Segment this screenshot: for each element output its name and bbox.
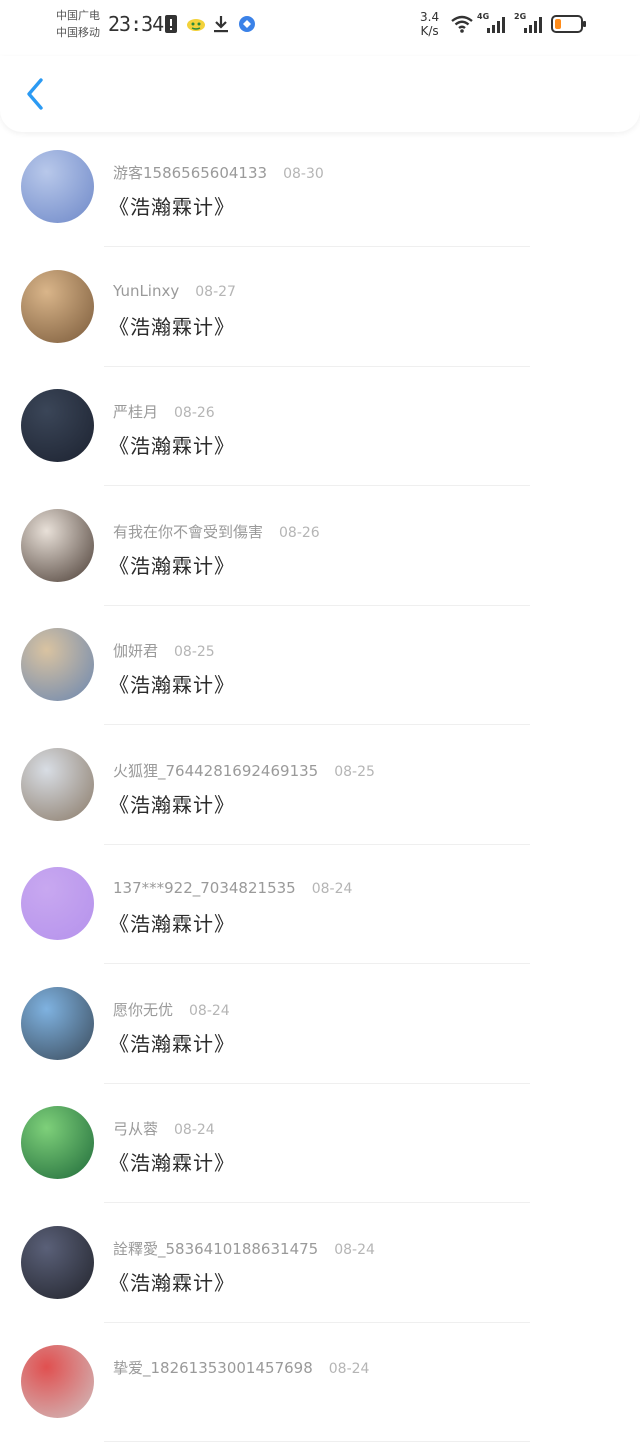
app-notification-icon bbox=[187, 19, 205, 31]
item-meta: 愿你无优 08-24 bbox=[113, 999, 230, 1020]
item-date: 08-24 bbox=[189, 1002, 230, 1019]
divider bbox=[104, 604, 530, 606]
net-speed-value: 3.4 bbox=[420, 10, 440, 24]
avatar[interactable] bbox=[21, 1106, 94, 1179]
avatar[interactable] bbox=[21, 867, 94, 940]
username[interactable]: 愿你无优 bbox=[113, 1001, 173, 1019]
list-item[interactable]: 火狐狸_7644281692469135 08-25 《浩瀚霖计》 bbox=[0, 730, 640, 850]
avatar[interactable] bbox=[21, 986, 94, 1060]
list-item[interactable]: 137***922_7034821535 08-24 《浩瀚霖计》 bbox=[0, 849, 640, 969]
item-message: 《浩瀚霖计》 bbox=[109, 434, 235, 458]
list-item[interactable]: 有我在你不會受到傷害 08-26 《浩瀚霖计》 bbox=[0, 491, 640, 611]
item-date: 08-25 bbox=[334, 763, 375, 780]
list-item[interactable]: 游客1586565604133 08-30 《浩瀚霖计》 bbox=[0, 132, 640, 252]
avatar[interactable] bbox=[21, 150, 94, 223]
status-time: 23:34 bbox=[108, 12, 164, 36]
list-item[interactable]: 愿你无优 08-24 《浩瀚霖计》 bbox=[0, 969, 640, 1089]
net-speed-unit: K/s bbox=[420, 24, 439, 38]
item-date: 08-26 bbox=[279, 524, 320, 541]
carrier-2: 中国移动 bbox=[56, 26, 100, 39]
item-message: 《浩瀚霖计》 bbox=[109, 673, 235, 697]
list-item[interactable]: YunLinxy 08-27 《浩瀚霖计》 bbox=[0, 252, 640, 372]
carrier-labels: 中国广电 中国移动 bbox=[56, 7, 100, 41]
header-bar bbox=[0, 56, 640, 132]
divider bbox=[104, 1082, 530, 1084]
item-date: 08-24 bbox=[311, 881, 353, 897]
item-meta: YunLinxy 08-27 bbox=[113, 282, 236, 300]
signal-1-icon bbox=[487, 17, 505, 33]
item-meta: 火狐狸_7644281692469135 08-25 bbox=[113, 760, 375, 781]
item-date: 08-27 bbox=[195, 283, 236, 300]
avatar[interactable] bbox=[21, 1225, 94, 1299]
chevron-left-icon bbox=[27, 78, 43, 110]
network-speed: 3.4 K/s bbox=[420, 10, 439, 38]
item-message: 《浩瀚霖计》 bbox=[109, 912, 235, 936]
username[interactable]: YunLinxy bbox=[113, 282, 179, 300]
username[interactable]: 严桂月 bbox=[113, 403, 158, 421]
item-date: 08-26 bbox=[174, 405, 215, 421]
divider bbox=[104, 963, 530, 964]
item-meta: 弓从蓉 08-24 bbox=[113, 1118, 215, 1139]
carrier-1: 中国广电 bbox=[56, 9, 100, 22]
item-date: 08-24 bbox=[174, 1122, 215, 1138]
item-meta: 詮釋愛_5836410188631475 08-24 bbox=[113, 1238, 375, 1259]
username[interactable]: 有我在你不會受到傷害 bbox=[113, 523, 263, 541]
username[interactable]: 游客1586565604133 bbox=[113, 164, 267, 182]
divider bbox=[104, 365, 530, 367]
browser-icon bbox=[239, 16, 255, 32]
item-date: 08-24 bbox=[328, 1361, 370, 1377]
username[interactable]: 挚爱_18261353001457698 bbox=[113, 1359, 313, 1377]
username[interactable]: 詮釋愛_5836410188631475 bbox=[113, 1240, 318, 1258]
sim-card-icon bbox=[165, 15, 177, 33]
avatar[interactable] bbox=[21, 747, 94, 821]
avatar[interactable] bbox=[21, 628, 94, 701]
divider bbox=[104, 1321, 530, 1323]
divider bbox=[104, 1441, 530, 1442]
avatar[interactable] bbox=[21, 1345, 94, 1418]
username[interactable]: 火狐狸_7644281692469135 bbox=[113, 762, 318, 780]
item-message: 《浩瀚霖计》 bbox=[109, 195, 235, 219]
divider bbox=[104, 485, 530, 486]
wifi-icon bbox=[451, 15, 473, 33]
list-item[interactable]: 严桂月 08-26 《浩瀚霖计》 bbox=[0, 371, 640, 491]
divider bbox=[104, 1202, 530, 1203]
list-item[interactable]: 伽妍君 08-25 《浩瀚霖计》 bbox=[0, 610, 640, 730]
item-message: 《浩瀚霖计》 bbox=[109, 553, 235, 578]
username[interactable]: 伽妍君 bbox=[113, 642, 158, 660]
list-item[interactable]: 弓从蓉 08-24 《浩瀚霖计》 bbox=[0, 1088, 640, 1208]
username[interactable]: 137***922_7034821535 bbox=[113, 879, 296, 897]
divider bbox=[104, 843, 530, 845]
item-message: 《浩瀚霖计》 bbox=[109, 1031, 235, 1056]
avatar[interactable] bbox=[21, 269, 94, 343]
item-message: 《浩瀚霖计》 bbox=[109, 1151, 235, 1175]
divider bbox=[104, 724, 530, 725]
item-message: 《浩瀚霖计》 bbox=[109, 792, 235, 817]
item-message: 《浩瀚霖计》 bbox=[109, 1270, 235, 1295]
item-meta: 有我在你不會受到傷害 08-26 bbox=[113, 521, 320, 542]
status-bar: 中国广电 中国移动 23:34 3.4 K/s 4G 2G bbox=[0, 0, 640, 56]
item-meta: 游客1586565604133 08-30 bbox=[113, 162, 324, 183]
item-date: 08-30 bbox=[283, 166, 324, 182]
list-item[interactable]: 詮釋愛_5836410188631475 08-24 《浩瀚霖计》 bbox=[0, 1208, 640, 1328]
divider bbox=[104, 246, 530, 247]
item-meta: 挚爱_18261353001457698 08-24 bbox=[113, 1357, 369, 1378]
item-date: 08-25 bbox=[174, 644, 215, 660]
item-meta: 伽妍君 08-25 bbox=[113, 640, 215, 661]
battery-icon bbox=[551, 15, 586, 33]
item-date: 08-24 bbox=[334, 1241, 375, 1258]
comment-list: 游客1586565604133 08-30 《浩瀚霖计》 YunLinxy 08-27 《… bbox=[0, 132, 640, 1447]
item-message: 《浩瀚霖计》 bbox=[109, 314, 235, 339]
username[interactable]: 弓从蓉 bbox=[113, 1120, 158, 1138]
signal-2-icon bbox=[524, 17, 542, 33]
item-meta: 137***922_7034821535 08-24 bbox=[113, 879, 352, 897]
avatar[interactable] bbox=[21, 389, 94, 462]
item-meta: 严桂月 08-26 bbox=[113, 401, 215, 422]
avatar[interactable] bbox=[21, 508, 94, 582]
back-button[interactable] bbox=[18, 72, 54, 116]
download-icon bbox=[214, 16, 228, 33]
